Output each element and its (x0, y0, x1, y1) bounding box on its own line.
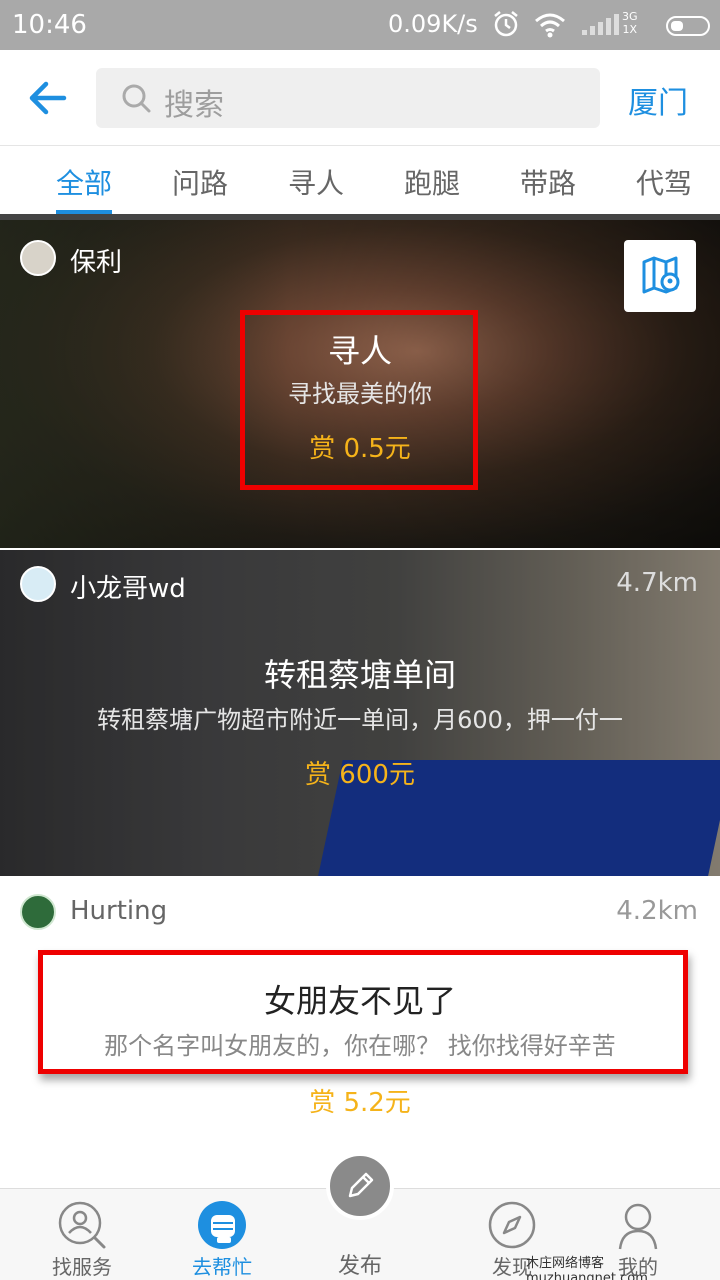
tab-find-person[interactable]: 寻人 (288, 162, 344, 202)
task-reward: 赏 600元 (305, 760, 415, 790)
header: 搜索 厦门 (0, 50, 720, 146)
username[interactable]: 小龙哥wd (70, 568, 186, 605)
tab-ask-directions[interactable]: 问路 (172, 162, 228, 202)
avatar[interactable] (20, 240, 56, 276)
username[interactable]: Hurting (70, 896, 167, 926)
battery-icon (666, 16, 710, 36)
city-selector[interactable]: 厦门 (628, 78, 688, 122)
nav-label: 找服务 (52, 1255, 112, 1279)
task-title: 转租蔡塘单间 (263, 656, 456, 694)
task-card[interactable]: 小龙哥wd 4.7km 转租蔡塘单间 转租蔡塘广物超市附近一单间，月600，押一… (0, 550, 720, 876)
nav-label: 去帮忙 (192, 1255, 252, 1279)
highlight-box (240, 310, 478, 490)
task-description: 转租蔡塘广物超市附近一单间，月600，押一付一 (97, 706, 623, 734)
avatar[interactable] (20, 894, 56, 930)
distance: 4.2km (616, 896, 698, 926)
user-icon (618, 1203, 658, 1250)
task-card[interactable]: 保利 寻人 寻找最美的你 赏 0.5元 (0, 220, 720, 548)
compass-icon (488, 1201, 536, 1249)
task-title: 女朋友不见了 (263, 982, 456, 1020)
task-card[interactable]: Hurting 4.2km 女朋友不见了 那个名字叫女朋友的，你在哪？ 找你找得… (0, 876, 720, 1176)
publish-button[interactable] (326, 1152, 394, 1220)
task-reward: 赏 5.2元 (309, 1088, 411, 1118)
status-bar: 10:46 0.09K/s 3G 1X (0, 0, 720, 50)
category-tabs: 全部 问路 寻人 跑腿 带路 代驾 (0, 146, 720, 216)
watermark: 木庄网络博客 muzhuangnet.com (526, 1256, 648, 1280)
tab-errands[interactable]: 跑腿 (404, 162, 460, 202)
task-description: 那个名字叫女朋友的，你在哪？ 找你找得好辛苦 (104, 1032, 616, 1060)
search-placeholder: 搜索 (164, 88, 224, 123)
network-type: 3G 1X (622, 10, 638, 36)
username[interactable]: 保利 (70, 242, 122, 279)
map-pin-icon (642, 256, 680, 294)
signal-icon (582, 14, 619, 35)
search-icon (122, 84, 151, 113)
wifi-icon (535, 13, 565, 38)
fist-icon (198, 1201, 246, 1249)
nav-find-service[interactable]: 找服务 (10, 1189, 154, 1280)
network-type-bottom: 1X (622, 23, 638, 36)
pencil-icon (348, 1172, 374, 1198)
nav-help[interactable]: 去帮忙 (150, 1189, 294, 1280)
map-button[interactable] (624, 240, 696, 312)
alarm-icon (494, 11, 518, 37)
tab-guide[interactable]: 带路 (520, 162, 576, 202)
distance: 4.7km (616, 568, 698, 598)
avatar[interactable] (20, 566, 56, 602)
network-type-top: 3G (622, 10, 638, 23)
search-input[interactable]: 搜索 (96, 68, 600, 128)
back-arrow-icon[interactable] (24, 74, 72, 122)
status-network-speed: 0.09K/s (388, 10, 478, 38)
search-person-icon (58, 1201, 106, 1249)
tab-all[interactable]: 全部 (56, 162, 112, 202)
tab-designated-driver[interactable]: 代驾 (636, 162, 692, 202)
nav-label-publish[interactable]: 发布 (288, 1248, 432, 1280)
status-time: 10:46 (12, 10, 87, 40)
